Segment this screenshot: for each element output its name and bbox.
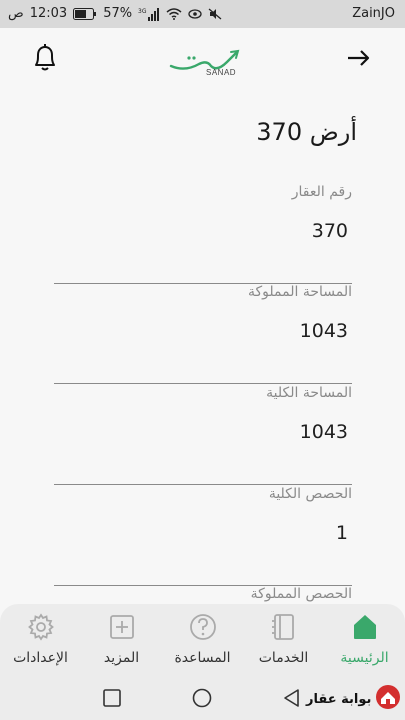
home-icon xyxy=(350,612,380,642)
wifi-icon xyxy=(166,7,182,20)
mute-icon xyxy=(208,8,222,20)
property-details: أرض 370 رقم العقار 370 المساحة المملوكة … xyxy=(0,92,405,604)
field-property-number: رقم العقار 370 xyxy=(54,184,352,284)
back-arrow-icon[interactable] xyxy=(344,46,372,70)
field-label: الحصص الكلية xyxy=(268,486,352,502)
clock-text: 12:03 xyxy=(29,6,68,21)
back-button[interactable] xyxy=(280,686,304,710)
nav-label: المساعدة xyxy=(174,650,231,666)
ampm-text: ص xyxy=(8,6,24,21)
field-value: 1 xyxy=(335,522,348,544)
recent-apps-button[interactable] xyxy=(100,686,124,710)
field-label: رقم العقار xyxy=(291,184,352,200)
help-icon xyxy=(188,612,218,642)
nav-label: المزيد xyxy=(103,650,140,666)
status-left: ص 12:03 57% 3G xyxy=(8,6,222,21)
eye-icon xyxy=(188,8,202,20)
watermark-text: بوابة عقار xyxy=(306,691,372,707)
nav-item-help[interactable]: المساعدة xyxy=(162,604,243,676)
field-value: 1043 xyxy=(299,320,348,342)
page-title: أرض 370 xyxy=(256,118,357,146)
field-value: 1043 xyxy=(299,421,348,443)
field-total-area: المساحة الكلية 1043 xyxy=(54,385,352,485)
gear-icon xyxy=(26,612,56,642)
field-total-shares: الحصص الكلية 1 xyxy=(54,486,352,586)
home-button[interactable] xyxy=(190,686,214,710)
svg-text:3G: 3G xyxy=(138,8,147,15)
nav-label: الرئيسية xyxy=(340,650,389,666)
battery-icon xyxy=(73,7,97,20)
nav-label: الخدمات xyxy=(258,650,309,666)
nav-label: الإعدادات xyxy=(13,650,68,666)
nav-item-more[interactable]: المزيد xyxy=(81,604,162,676)
field-label: المساحة الكلية xyxy=(266,385,352,401)
signal-icon: 3G xyxy=(138,7,160,21)
watermark-logo-icon xyxy=(375,684,401,714)
nav-item-home[interactable]: الرئيسية xyxy=(324,604,405,676)
bell-icon[interactable] xyxy=(30,42,60,74)
field-label: المساحة المملوكة xyxy=(248,284,352,300)
field-owned-area: المساحة المملوكة 1043 xyxy=(54,284,352,384)
services-icon xyxy=(269,612,299,642)
system-navigation-bar: بوابة عقار xyxy=(0,676,405,720)
plus-icon xyxy=(107,612,137,642)
watermark: بوابة عقار xyxy=(306,684,401,714)
app-header: SANAD xyxy=(0,28,405,92)
battery-percent: 57% xyxy=(103,6,133,21)
field-value: 370 xyxy=(311,220,348,242)
logo-text: SANAD xyxy=(206,68,237,77)
field-label: الحصص المملوكة xyxy=(250,586,352,602)
carrier-name: ZainJO xyxy=(352,6,395,21)
field-owned-shares: الحصص المملوكة xyxy=(54,586,352,604)
nav-item-services[interactable]: الخدمات xyxy=(243,604,324,676)
bottom-navigation: الرئيسية الخدمات المساعدة المزيد الإعداد… xyxy=(0,604,405,676)
status-bar: ص 12:03 57% 3G ZainJO xyxy=(0,0,405,28)
nav-item-settings[interactable]: الإعدادات xyxy=(0,604,81,676)
